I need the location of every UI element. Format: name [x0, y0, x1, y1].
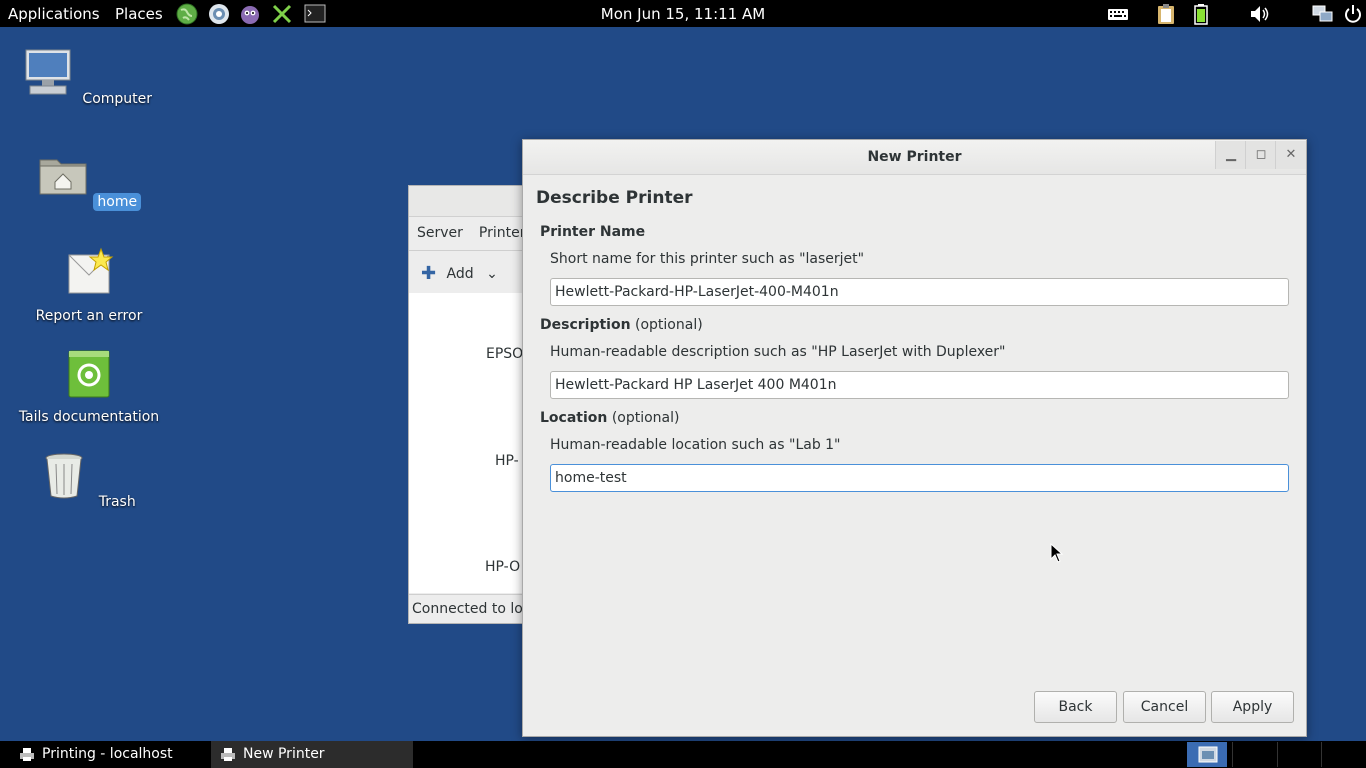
- printing-toolbar: ✚ Add ⌄: [409, 250, 529, 294]
- maximize-button[interactable]: ◻: [1245, 141, 1276, 169]
- location-optional: (optional): [611, 410, 680, 426]
- add-button[interactable]: ✚ Add ⌄: [421, 262, 498, 284]
- location-title: Location: [540, 410, 608, 426]
- printer-name-hint: Short name for this printer such as "las…: [550, 251, 865, 267]
- workspace-2[interactable]: [1232, 742, 1277, 767]
- back-button[interactable]: Back: [1034, 691, 1117, 723]
- battery-icon[interactable]: [1190, 3, 1212, 25]
- desktop-icon-computer[interactable]: Computer: [9, 47, 169, 108]
- printing-menubar: Server Printer: [417, 225, 529, 241]
- minimize-icon: ▁: [1226, 147, 1236, 162]
- printer-icon: [20, 748, 34, 761]
- clipboard-icon[interactable]: [1155, 3, 1177, 25]
- location-label: Location (optional): [540, 410, 680, 426]
- computer-icon: [25, 49, 71, 95]
- printer-icon: [221, 748, 235, 761]
- description-hint: Human-readable description such as "HP L…: [550, 344, 1006, 360]
- chevron-down-icon: ⌄: [486, 266, 498, 282]
- workspace-switcher-active[interactable]: [1187, 742, 1227, 767]
- dialog-title: New Printer: [867, 149, 962, 165]
- task-label: New Printer: [243, 746, 325, 762]
- documentation-icon: [68, 350, 110, 398]
- printer-name-title: Printer Name: [540, 224, 646, 240]
- location-hint: Human-readable location such as "Lab 1": [550, 437, 841, 453]
- desktop-icon-home[interactable]: home: [9, 150, 169, 211]
- desktop-icon-label: Report an error: [35, 308, 143, 324]
- folder-home-icon: [39, 159, 87, 195]
- minimize-button[interactable]: ▁: [1215, 141, 1246, 169]
- report-icon: [68, 247, 114, 294]
- desktop-icon-tails-documentation[interactable]: Tails documentation: [9, 348, 169, 426]
- workspace-4[interactable]: [1321, 742, 1366, 767]
- printer-item[interactable]: EPSO: [486, 346, 523, 362]
- printer-item[interactable]: HP-: [495, 453, 519, 469]
- description-label: Description (optional): [540, 317, 703, 333]
- description-optional: (optional): [635, 317, 703, 333]
- printing-window[interactable]: Server Printer ✚ Add ⌄ EPSO HP- HP-O Conn…: [408, 185, 530, 624]
- printer-name-label: Printer Name: [540, 224, 645, 240]
- apply-button[interactable]: Apply: [1211, 691, 1294, 723]
- add-label: Add: [446, 266, 474, 282]
- desktop-icon-label: Tails documentation: [18, 409, 160, 425]
- desktop-icon-report-error[interactable]: Report an error: [9, 247, 169, 325]
- desktop-icon-label: Computer: [82, 91, 153, 107]
- workspace-3[interactable]: [1277, 742, 1322, 767]
- network-status-icon[interactable]: [1311, 3, 1333, 25]
- printer-list: EPSO HP- HP-O: [409, 293, 529, 593]
- printer-name-input[interactable]: [550, 278, 1289, 306]
- power-icon[interactable]: [1342, 3, 1364, 25]
- desktop-icon-label: Trash: [98, 494, 136, 510]
- bottom-taskbar: Printing - localhost New Printer: [0, 741, 1366, 768]
- dialog-titlebar[interactable]: New Printer: [523, 140, 1306, 175]
- menu-printer[interactable]: Printer: [479, 225, 526, 241]
- cancel-button[interactable]: Cancel: [1123, 691, 1206, 723]
- top-panel: Applications Places Mon Jun 15, 11:11 AM: [0, 0, 1366, 27]
- menu-server[interactable]: Server: [417, 225, 463, 241]
- plus-icon: ✚: [421, 263, 437, 284]
- desktop-icon-label: home: [93, 193, 142, 211]
- status-bar: Connected to loc: [409, 594, 529, 623]
- task-printing-localhost[interactable]: Printing - localhost: [0, 741, 210, 768]
- mouse-cursor-icon: [1050, 543, 1064, 563]
- location-input[interactable]: [550, 464, 1289, 492]
- keyboard-icon[interactable]: [1107, 3, 1129, 25]
- desktop-icon-trash[interactable]: Trash: [9, 450, 169, 511]
- page-heading: Describe Printer: [536, 188, 693, 208]
- description-input[interactable]: [550, 371, 1289, 399]
- volume-icon[interactable]: [1249, 3, 1271, 25]
- close-icon: ✕: [1285, 147, 1297, 162]
- maximize-icon: ◻: [1255, 147, 1267, 162]
- printing-window-titlebar[interactable]: [409, 186, 529, 217]
- description-title: Description: [540, 317, 631, 333]
- new-printer-dialog: New Printer ▁ ◻ ✕ Describe Printer Print…: [522, 139, 1307, 737]
- close-button[interactable]: ✕: [1275, 141, 1306, 169]
- window-preview-icon: [1198, 746, 1218, 763]
- trash-icon: [45, 453, 83, 499]
- printer-item[interactable]: HP-O: [485, 559, 520, 575]
- task-new-printer[interactable]: New Printer: [211, 741, 413, 768]
- task-label: Printing - localhost: [42, 746, 173, 762]
